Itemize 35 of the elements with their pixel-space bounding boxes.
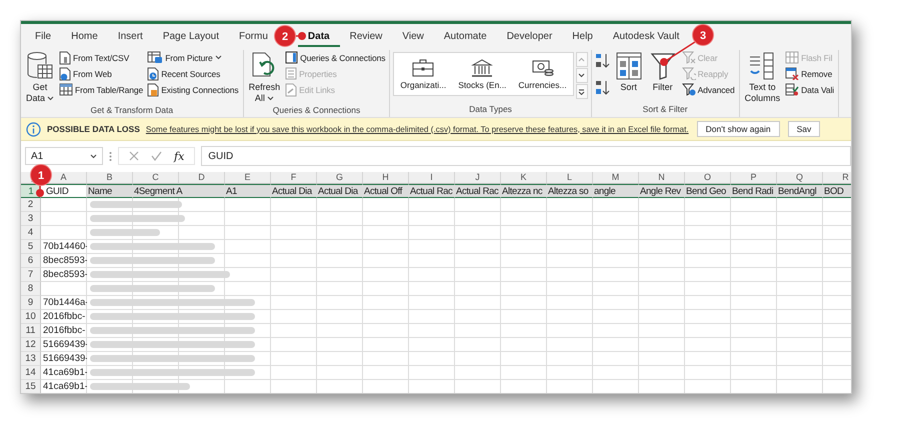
- table-cell: 51669439-: [41, 352, 87, 366]
- table-cell: 8bec8593-: [41, 254, 87, 268]
- table-cell: GUID: [41, 184, 87, 198]
- callout-badge: 2: [274, 24, 296, 46]
- table-cell: Actual Rac: [455, 184, 501, 198]
- group-label: Get & Transform Data: [89, 105, 174, 117]
- table-cell: 2016fbbc-: [41, 324, 87, 338]
- callout-badge: 3: [692, 24, 714, 46]
- table-cell: 2016fbbc-: [41, 310, 87, 324]
- table-cell: BendAngl: [777, 184, 823, 198]
- group-label: Queries & Connections: [272, 105, 362, 117]
- table-cell: Name: [87, 184, 133, 198]
- table-cell: A1: [225, 184, 271, 198]
- table-cell: Actual Dia: [271, 184, 317, 198]
- table-cell: 51669439-: [41, 338, 87, 352]
- callout-badge: 1: [30, 164, 52, 186]
- message-title: POSSIBLE DATA LOSS: [47, 124, 140, 134]
- table-cell: BOD: [823, 184, 851, 198]
- table-cell: 4Segment A: [133, 184, 225, 198]
- table-cell: Altezza so: [547, 184, 593, 198]
- table-cell: 41ca69b1-: [41, 380, 87, 393]
- table-cell: Angle Rev: [639, 184, 685, 198]
- table-cell: Actual Rac: [409, 184, 455, 198]
- table-cell: 70b14460-: [41, 240, 87, 254]
- group-label: Data Types: [468, 104, 513, 116]
- table-cell: Altezza nc: [501, 184, 547, 198]
- table-cell: Bend Geo: [685, 184, 731, 198]
- table-cell: Actual Off: [363, 184, 409, 198]
- table-cell: angle: [593, 184, 639, 198]
- table-cell: 70b1446a-: [41, 296, 87, 310]
- table-cell: 41ca69b1-: [41, 366, 87, 380]
- table-cell: Bend Radi: [731, 184, 777, 198]
- group-label: Sort & Filter: [642, 104, 689, 116]
- table-cell: 8bec8593-: [41, 268, 87, 282]
- table-cell: Actual Dia: [317, 184, 363, 198]
